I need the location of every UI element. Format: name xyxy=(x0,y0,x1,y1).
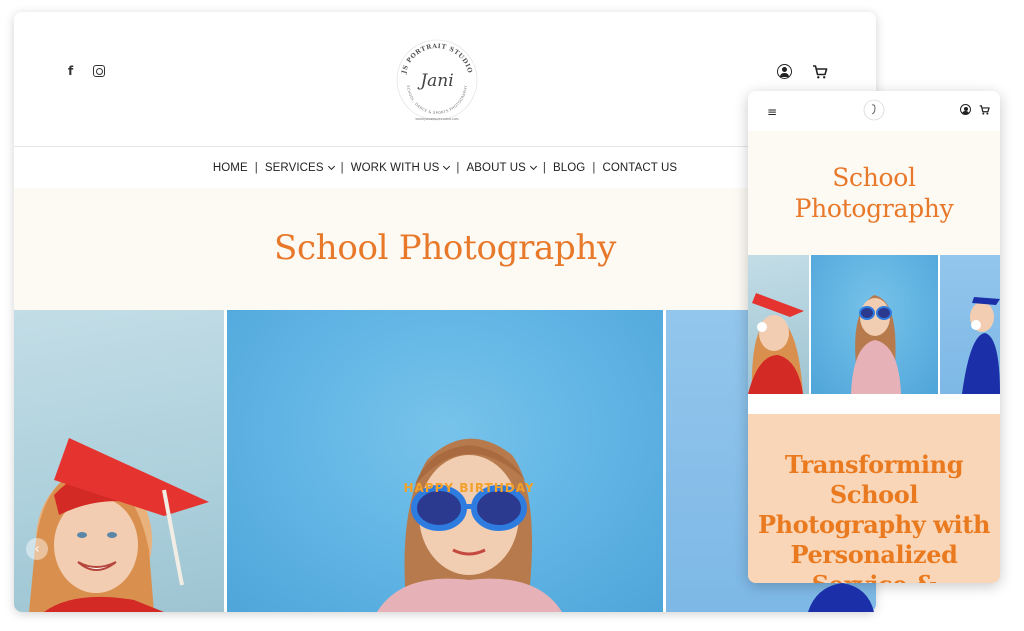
mobile-photo-birthday[interactable] xyxy=(811,255,938,394)
user-icon[interactable] xyxy=(777,64,792,79)
main-nav: HOME | SERVICES | WORK WITH US | ABOUT U… xyxy=(14,146,876,188)
instagram-icon[interactable] xyxy=(93,65,106,77)
nav-blog[interactable]: BLOG xyxy=(553,162,585,174)
logo-url: WWW.JSPORTRAITSTUDIO.COM xyxy=(415,117,459,121)
promo-line: Transforming xyxy=(784,450,964,479)
mobile-graduate-illustration xyxy=(748,293,804,394)
user-icon[interactable] xyxy=(960,104,971,115)
blue-gown-peek xyxy=(808,583,874,612)
chevron-down-icon xyxy=(443,162,451,170)
graduate-illustration xyxy=(29,438,209,612)
promo-line: Service & xyxy=(812,570,937,583)
nav-label: BLOG xyxy=(553,161,586,174)
mobile-hero: School Photography xyxy=(748,131,1000,255)
mobile-photo-gallery xyxy=(748,255,1000,394)
mobile-blue-gown-illustration xyxy=(962,297,1000,394)
nav-label: ABOUT US xyxy=(466,161,526,174)
site-logo[interactable]: JS PORTRAIT STUDIO SCHOOL, DANCE & SPORT… xyxy=(393,36,481,124)
chevron-down-icon xyxy=(529,162,537,170)
birthday-illustration: HAPPY BIRTHDAY xyxy=(377,438,562,612)
mobile-title-line: Photography xyxy=(794,194,954,223)
chevron-left-icon: ‹ xyxy=(34,541,40,557)
hero-banner: School Photography xyxy=(14,188,876,310)
mobile-birthday-illustration xyxy=(851,295,901,394)
header-actions xyxy=(777,64,828,79)
site-header: f JS PORTRAIT STUDIO SCHOOL, DANCE & SPO… xyxy=(14,12,876,146)
photo-gallery: ‹ HAPPY BIRTHDAY xyxy=(14,310,876,612)
mobile-spacer xyxy=(748,394,1000,414)
nav-about-us[interactable]: ABOUT US xyxy=(466,161,537,174)
nav-separator: | xyxy=(340,161,344,174)
mockup-stage: f JS PORTRAIT STUDIO SCHOOL, DANCE & SPO… xyxy=(0,0,1024,631)
nav-home[interactable]: HOME xyxy=(213,162,248,174)
hamburger-menu-icon[interactable]: ≡ xyxy=(767,105,777,119)
promo-line: Photography with xyxy=(757,510,991,539)
mobile-logo[interactable] xyxy=(863,99,885,121)
mobile-window: ≡ School Photography Transforming School… xyxy=(748,91,1000,583)
mobile-promo-heading: Transforming School Photography with Per… xyxy=(748,450,1000,583)
nav-label: HOME xyxy=(212,161,248,174)
desktop-window: f JS PORTRAIT STUDIO SCHOOL, DANCE & SPO… xyxy=(14,12,876,612)
mobile-page-title: School Photography xyxy=(795,162,954,224)
mobile-title-line: School xyxy=(832,163,916,192)
nav-separator: | xyxy=(592,161,596,174)
nav-label: SERVICES xyxy=(264,161,324,174)
promo-line: Personalized xyxy=(790,540,958,569)
nav-label: WORK WITH US xyxy=(350,161,440,174)
gallery-photo-graduate[interactable]: ‹ xyxy=(14,310,224,612)
mobile-header: ≡ xyxy=(748,91,1000,131)
facebook-icon[interactable]: f xyxy=(68,64,73,78)
page-title: School Photography xyxy=(274,228,616,268)
nav-label: CONTACT US xyxy=(602,161,678,174)
cart-icon[interactable] xyxy=(979,104,990,115)
gallery-photo-birthday[interactable]: HAPPY BIRTHDAY xyxy=(227,310,663,612)
nav-separator: | xyxy=(456,161,460,174)
nav-separator: | xyxy=(254,161,258,174)
social-links: f xyxy=(68,64,106,78)
slider-prev-button[interactable]: ‹ xyxy=(26,538,48,560)
mobile-photo-blue-gown[interactable] xyxy=(940,255,1000,394)
cart-icon[interactable] xyxy=(812,64,828,79)
promo-line: School xyxy=(829,480,919,509)
logo-script: Jani xyxy=(417,71,453,91)
mobile-promo-panel: Transforming School Photography with Per… xyxy=(748,414,1000,583)
nav-contact-us[interactable]: CONTACT US xyxy=(602,162,677,174)
nav-separator: | xyxy=(542,161,546,174)
mobile-header-actions xyxy=(960,104,990,115)
nav-work-with-us[interactable]: WORK WITH US xyxy=(350,161,451,174)
chevron-down-icon xyxy=(327,162,335,170)
mobile-photo-graduate[interactable] xyxy=(748,255,809,394)
birthday-glasses-text: HAPPY BIRTHDAY xyxy=(403,481,534,495)
nav-services[interactable]: SERVICES xyxy=(264,161,335,174)
